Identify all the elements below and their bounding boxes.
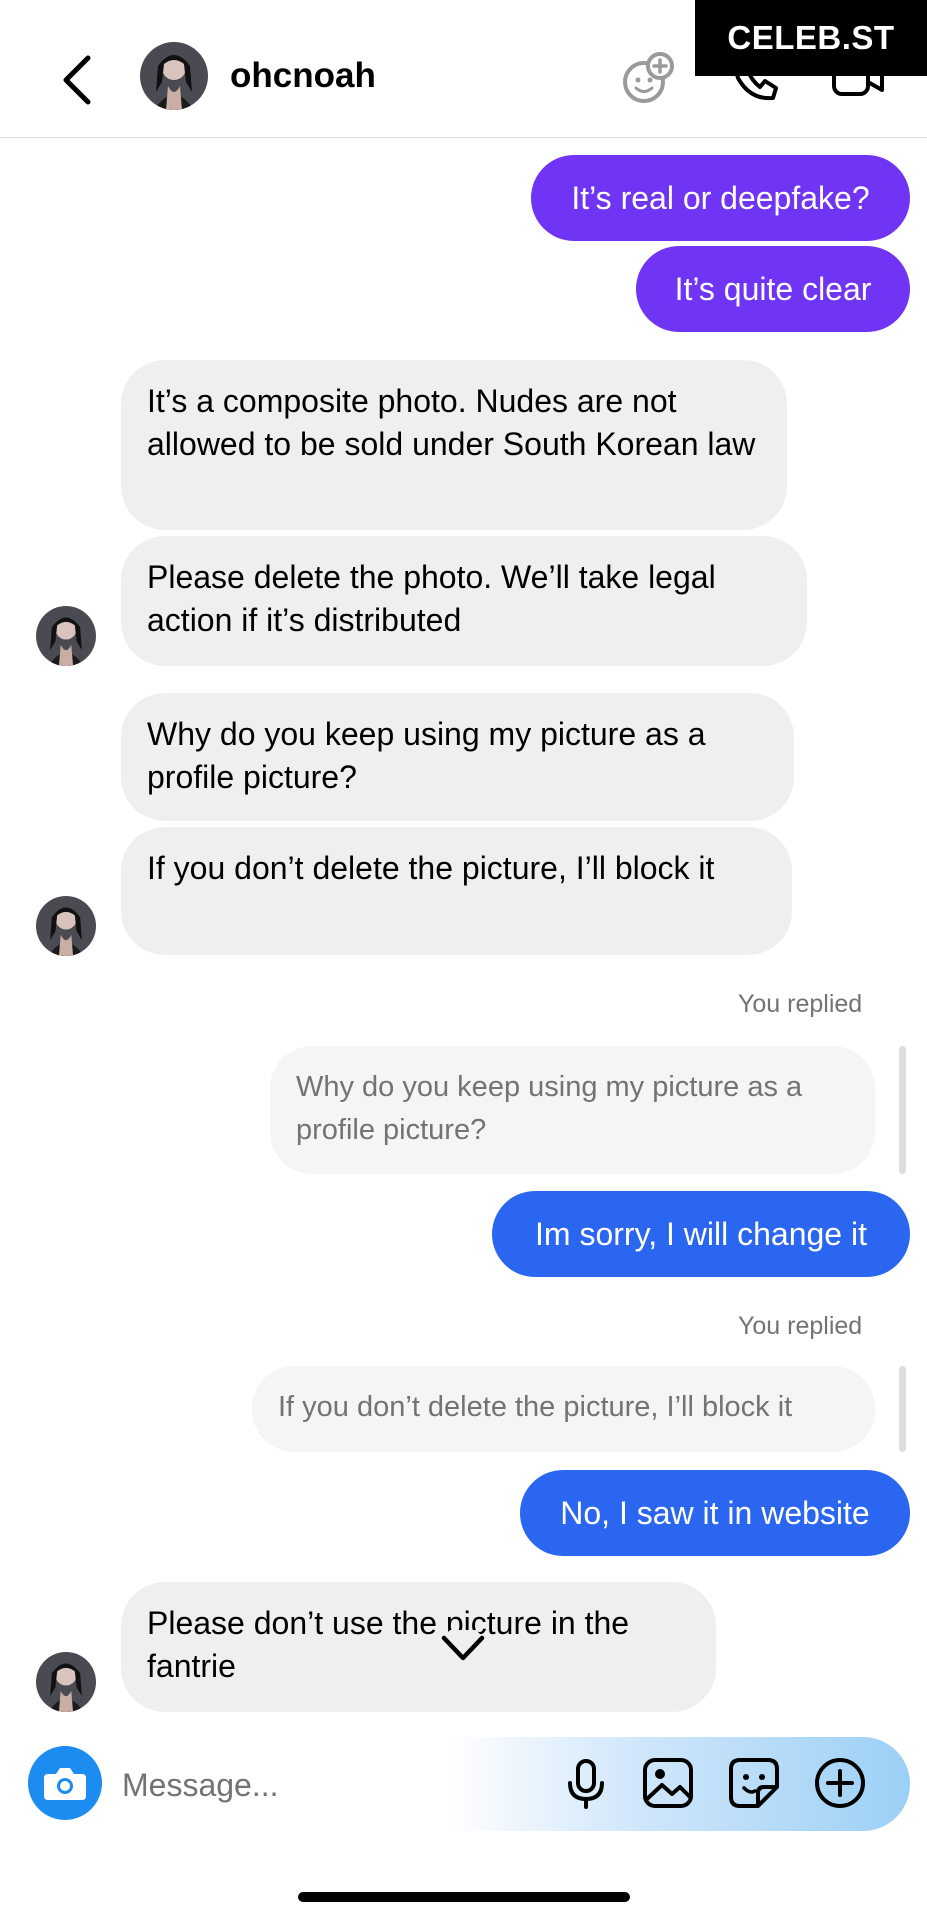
chat-username[interactable]: ohcnoah [230, 56, 376, 96]
back-chevron-icon[interactable] [58, 50, 98, 110]
plus-icon[interactable] [812, 1755, 868, 1811]
message-input[interactable] [120, 1759, 544, 1811]
message-incoming[interactable]: If you don’t delete the picture, I’ll bl… [121, 827, 792, 955]
gallery-icon[interactable] [640, 1755, 696, 1811]
message-outgoing[interactable]: No, I saw it in website [520, 1470, 910, 1556]
effects-icon[interactable] [620, 50, 676, 106]
quote-bar [899, 1366, 906, 1452]
quote-bar [899, 1046, 906, 1174]
message-incoming[interactable]: Please delete the photo. We’ll take lega… [121, 536, 807, 666]
profile-avatar[interactable] [140, 42, 208, 110]
chevron-down-icon[interactable] [438, 1630, 488, 1670]
message-incoming[interactable]: Please don’t use the picture in the fant… [121, 1582, 716, 1712]
camera-button[interactable] [28, 1746, 102, 1820]
sender-avatar[interactable] [36, 606, 96, 666]
message-outgoing[interactable]: It’s real or deepfake? [531, 155, 910, 241]
message-incoming[interactable]: It’s a composite photo. Nudes are not al… [121, 360, 787, 530]
message-incoming[interactable]: Why do you keep using my picture as a pr… [121, 693, 794, 821]
camera-icon [44, 1768, 86, 1800]
sticker-icon[interactable] [726, 1755, 782, 1811]
message-outgoing[interactable]: Im sorry, I will change it [492, 1191, 910, 1277]
microphone-icon[interactable] [558, 1755, 614, 1811]
message-outgoing[interactable]: It’s quite clear [636, 246, 910, 332]
sender-avatar[interactable] [36, 896, 96, 956]
reply-label: You replied [738, 990, 863, 1018]
home-indicator [298, 1892, 630, 1902]
quoted-message[interactable]: If you don’t delete the picture, I’ll bl… [252, 1366, 875, 1452]
reply-label: You replied [738, 1312, 863, 1340]
sender-avatar[interactable] [36, 1652, 96, 1712]
quoted-message[interactable]: Why do you keep using my picture as a pr… [270, 1046, 875, 1174]
watermark: CELEB.ST [695, 0, 927, 76]
